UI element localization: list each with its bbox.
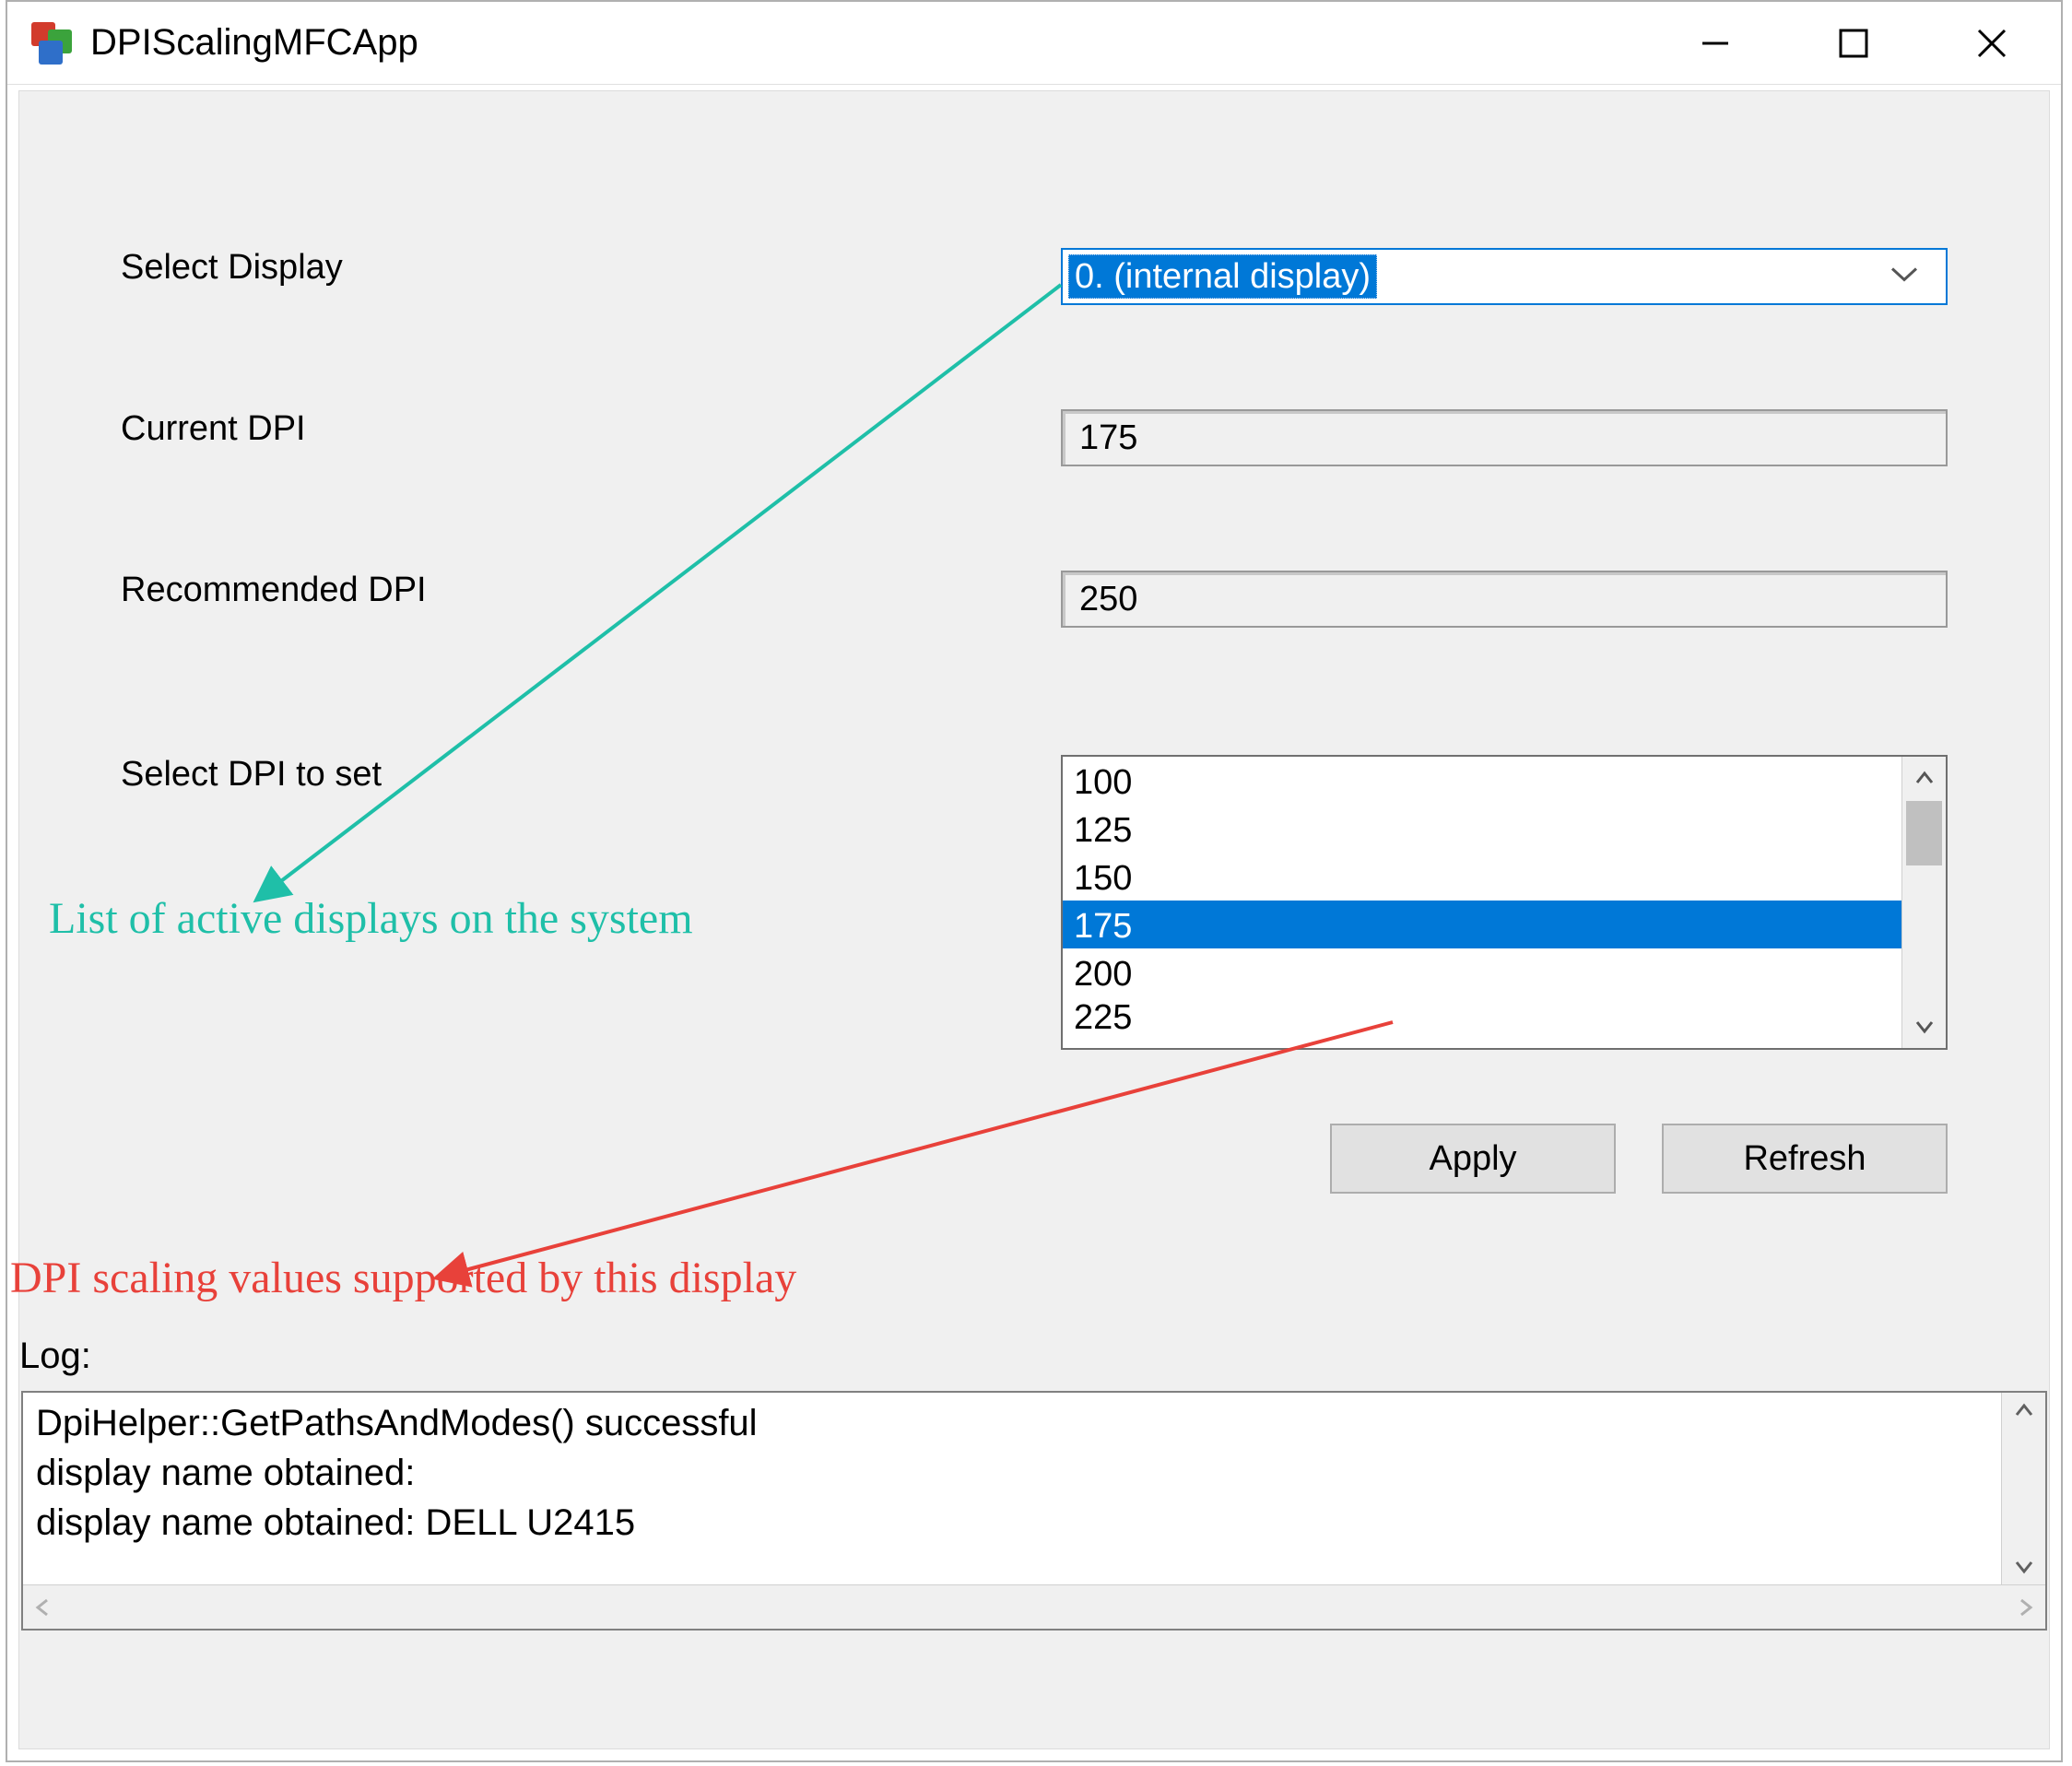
recommended-dpi-field: 250 <box>1061 571 1948 628</box>
listbox-scrollbar[interactable] <box>1901 757 1946 1048</box>
chevron-down-icon <box>1890 265 1918 288</box>
current-dpi-field: 175 <box>1061 409 1948 466</box>
label-select-display: Select Display <box>121 248 1061 288</box>
log-content[interactable]: DpiHelper::GetPathsAndModes() successful… <box>23 1393 2001 1584</box>
minimize-icon <box>1697 25 1734 62</box>
list-item[interactable]: 175 <box>1063 901 1901 948</box>
row-current-dpi: Current DPI 175 <box>121 409 1948 466</box>
row-recommended-dpi: Recommended DPI 250 <box>121 571 1948 628</box>
app-icon <box>28 20 74 66</box>
titlebar[interactable]: DPIScalingMFCApp <box>7 2 2061 85</box>
chevron-down-icon <box>1913 1015 1936 1037</box>
scroll-thumb[interactable] <box>1906 801 1942 865</box>
log-label: Log: <box>19 1336 91 1377</box>
chevron-down-icon <box>2013 1555 2035 1577</box>
refresh-button[interactable]: Refresh <box>1662 1124 1948 1194</box>
dpi-list-items: 100 125 150 175 200 225 <box>1063 757 1901 1048</box>
scroll-down-button[interactable] <box>1902 1004 1946 1048</box>
maximize-button[interactable] <box>1784 2 1923 85</box>
maximize-icon <box>1835 25 1872 62</box>
list-item[interactable]: 100 <box>1063 757 1901 805</box>
minimize-button[interactable] <box>1646 2 1784 85</box>
display-dropdown-selected: 0. (internal display) <box>1068 254 1377 299</box>
label-recommended-dpi: Recommended DPI <box>121 571 1061 610</box>
annotation-dpi-values: DPI scaling values supported by this dis… <box>10 1253 796 1303</box>
app-window: DPIScalingMFCApp Select Display 0. (inte… <box>6 0 2063 1762</box>
close-button[interactable] <box>1923 2 2061 85</box>
apply-button[interactable]: Apply <box>1330 1124 1616 1194</box>
chevron-right-icon <box>2014 1596 2036 1619</box>
window-controls <box>1646 2 2061 84</box>
row-select-display: Select Display 0. (internal display) <box>121 248 1948 305</box>
chevron-left-icon <box>32 1596 54 1619</box>
label-current-dpi: Current DPI <box>121 409 1061 449</box>
chevron-up-icon <box>2013 1400 2035 1422</box>
list-item[interactable]: 200 <box>1063 948 1901 996</box>
log-vscrollbar[interactable] <box>2001 1393 2045 1584</box>
chevron-up-icon <box>1913 768 1936 790</box>
scroll-track[interactable] <box>1902 801 1946 1004</box>
display-dropdown[interactable]: 0. (internal display) <box>1061 248 1948 305</box>
log-textbox[interactable]: DpiHelper::GetPathsAndModes() successful… <box>21 1391 2047 1631</box>
scroll-up-button[interactable] <box>1902 757 1946 801</box>
close-icon <box>1973 25 2010 62</box>
button-row: Apply Refresh <box>1330 1124 1948 1194</box>
client-area: Select Display 0. (internal display) Cur… <box>18 90 2050 1749</box>
current-dpi-value: 175 <box>1079 418 1137 458</box>
window-title: DPIScalingMFCApp <box>90 22 1646 64</box>
list-item[interactable]: 150 <box>1063 853 1901 901</box>
log-hscrollbar[interactable] <box>23 1584 2045 1629</box>
list-item[interactable]: 225 <box>1063 996 1901 1033</box>
annotation-displays: List of active displays on the system <box>49 893 693 944</box>
recommended-dpi-value: 250 <box>1079 580 1137 619</box>
dpi-listbox[interactable]: 100 125 150 175 200 225 <box>1061 755 1948 1050</box>
list-item[interactable]: 125 <box>1063 805 1901 853</box>
label-select-dpi-to-set: Select DPI to set <box>121 755 1061 795</box>
